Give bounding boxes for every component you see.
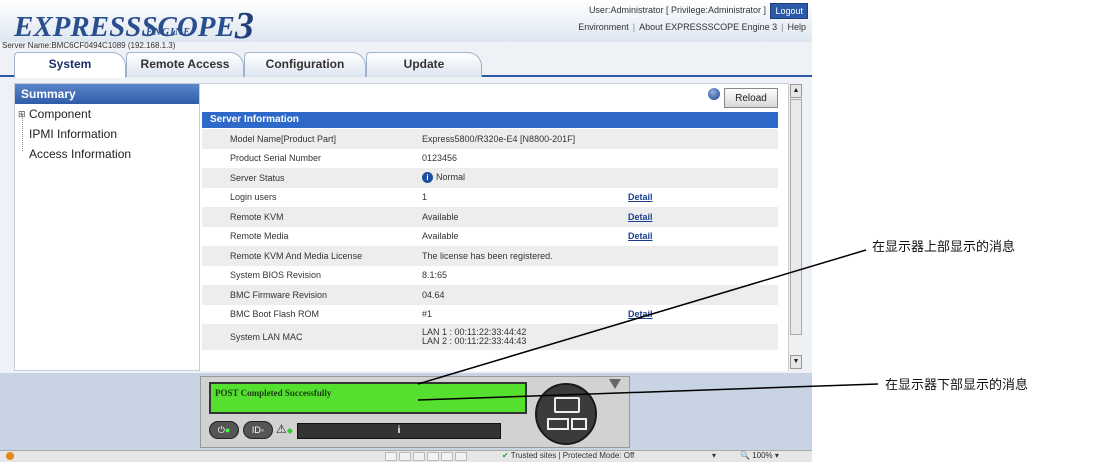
callout-line-top [417, 249, 867, 385]
annotation-top-message: 在显示器上部显示的消息 [872, 240, 1016, 255]
callout-line-bottom [417, 383, 879, 401]
annotation-bottom-message: 在显示器下部显示的消息 [885, 378, 1029, 393]
